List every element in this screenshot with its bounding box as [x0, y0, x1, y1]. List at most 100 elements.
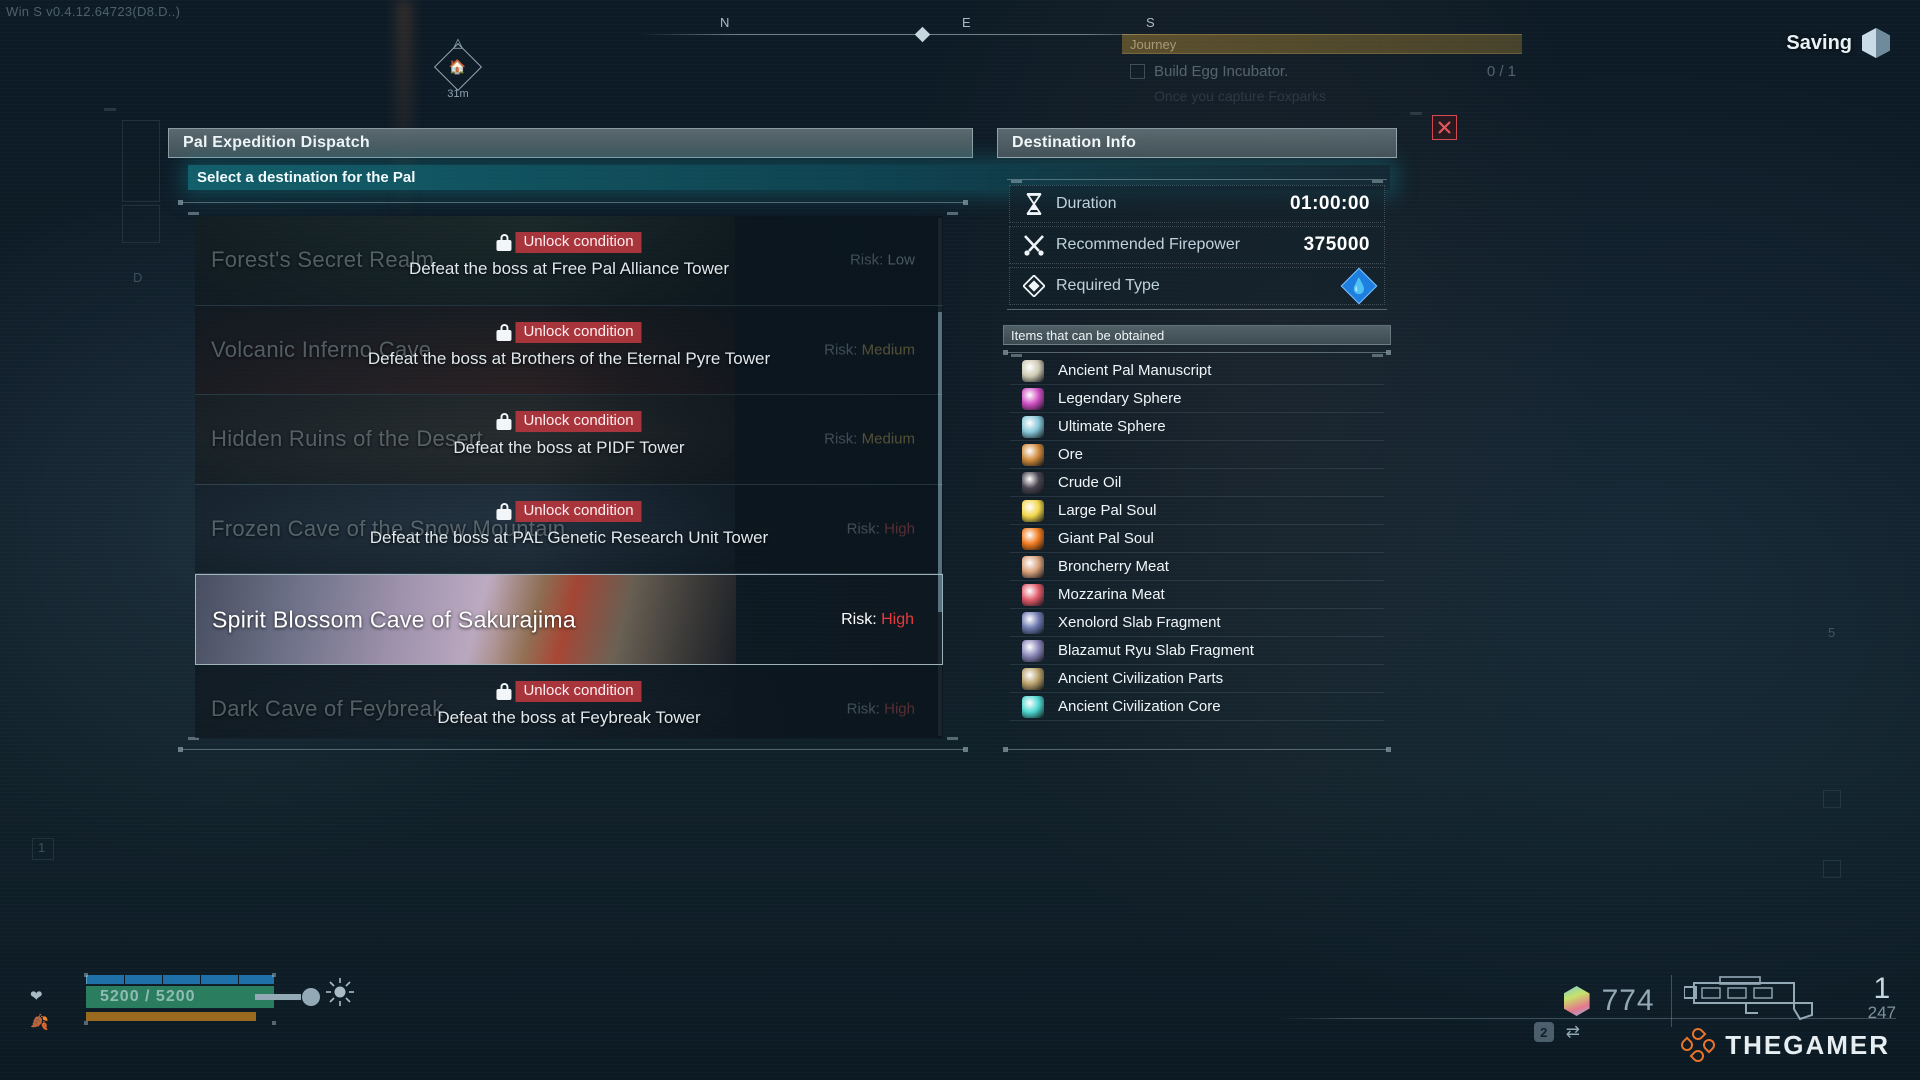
weapon-ammo-block: 1 247 [1670, 972, 1896, 1027]
compass-tick-n: N [720, 15, 731, 30]
info-value: 375000 [1303, 234, 1370, 255]
rifle-icon [1683, 976, 1813, 1021]
unlock-condition-badge: Unlock condition [515, 321, 642, 343]
bg-deco-mark [1410, 112, 1422, 115]
unlock-condition-description: Defeat the boss at Free Pal Alliance Tow… [408, 259, 730, 278]
version-text: Win S v0.4.12.64723(D8.D..) [6, 4, 181, 19]
risk-value: High [884, 700, 915, 718]
key-hint-keycap: 2 [1533, 1022, 1554, 1042]
hourglass-icon [1022, 193, 1046, 215]
bg-deco-mark [104, 108, 116, 111]
risk-value: Medium [861, 430, 915, 448]
unlock-condition-badge: Unlock condition [515, 500, 642, 522]
obtainable-items-header: Items that can be obtained [1003, 325, 1391, 345]
destination-row[interactable]: Volcanic Inferno Cave Risk: Medium Unlock … [195, 305, 943, 395]
bg-ghost-panel [122, 205, 160, 243]
obtainable-item-row: Xenolord Slab Fragment [1010, 609, 1384, 637]
info-row: Duration 01:00:00 [1009, 185, 1385, 223]
pal-sphere-icon [1563, 986, 1590, 1016]
risk-prefix: Risk: [849, 251, 884, 269]
obtainable-item-row: Blazamut Ryu Slab Fragment [1010, 637, 1384, 665]
item-name: Ancient Civilization Core [1058, 698, 1221, 715]
selection-corner-marker [196, 656, 204, 664]
compass-bar: N E S [640, 8, 1180, 46]
ammo-current: 1 [1873, 972, 1891, 1005]
destination-info-frame: Duration 01:00:00 Recommended Firepower 375… [1003, 177, 1391, 312]
destination-row[interactable]: Spirit Blossom Cave of Sakurajima Risk: H… [195, 574, 943, 665]
stamina-bar [86, 1012, 256, 1021]
selection-corner-marker [196, 575, 204, 583]
item-icon [1022, 527, 1044, 550]
selection-corner-marker [934, 575, 942, 583]
item-name: Broncherry Meat [1058, 558, 1169, 575]
destination-risk: Risk: Medium [824, 341, 915, 358]
unlock-condition-group: Unlock condition [496, 232, 642, 253]
risk-prefix: Risk: [824, 341, 858, 359]
obtainable-item-row: Mozzarina Meat [1010, 581, 1384, 609]
compass-line [640, 34, 1180, 35]
time-of-day-icon [325, 977, 355, 1007]
obtainable-item-row: Legendary Sphere [1010, 385, 1384, 413]
bg-ghost-number: 1 [38, 840, 46, 855]
destination-list[interactable]: Forest's Secret Realm Risk: Low Unlock con… [195, 216, 943, 738]
destination-list-scrollbar-thumb[interactable] [938, 312, 942, 612]
risk-value: High [884, 520, 915, 538]
risk-prefix: Risk: [841, 610, 877, 628]
home-marker-icon: 🏠 [433, 42, 483, 92]
select-destination-label: Select a destination for the Pal [197, 169, 416, 186]
risk-value: High [881, 610, 914, 628]
item-name: Legendary Sphere [1058, 390, 1182, 407]
obtainable-item-row: Ancient Civilization Parts [1010, 665, 1384, 693]
swap-icon: ⇄ [1565, 1022, 1580, 1041]
destination-name: Forest's Secret Realm [211, 247, 435, 273]
hud-divider [1276, 1018, 1896, 1019]
unlock-condition-badge: Unlock condition [515, 681, 642, 702]
info-label: Required Type [1056, 277, 1160, 294]
destination-risk: Risk: Low [850, 252, 915, 269]
risk-value: Low [887, 251, 915, 269]
item-icon [1022, 499, 1044, 522]
right-hud-cluster: 774 1 247 [1563, 972, 1896, 1027]
lock-icon [496, 683, 512, 700]
heart-icon: ❤ [30, 988, 43, 1005]
unlock-condition-badge: Unlock condition [515, 411, 642, 432]
obtainable-items-title: Items that can be obtained [1011, 327, 1165, 343]
weapon-slot-icon [255, 985, 325, 1011]
obtainable-items-list: Ancient Pal Manuscript Legendary Sphere Ul… [1010, 357, 1384, 721]
crossed-swords-icon [1022, 234, 1046, 256]
unlock-condition-group: Unlock condition [496, 321, 642, 343]
shield-segment-bar [86, 975, 274, 984]
bg-ghost-number: D [133, 270, 143, 285]
quest-title-bar: Journey [1122, 34, 1522, 54]
destination-row[interactable]: Hidden Ruins of the Desert Risk: Medium Un… [195, 395, 943, 485]
watermark-text: THEGAMER [1725, 1029, 1890, 1060]
destination-row[interactable]: Dark Cave of Feybreak Risk: High Unlock co… [195, 665, 943, 738]
obtainable-item-row: Ancient Pal Manuscript [1010, 357, 1384, 385]
item-name: Ancient Pal Manuscript [1058, 362, 1212, 379]
quest-title: Journey [1130, 37, 1177, 52]
saving-spinner-icon [1862, 28, 1890, 58]
compass-tick-e: E [962, 15, 972, 30]
item-name: Blazamut Ryu Slab Fragment [1058, 642, 1254, 659]
selection-corner-marker [934, 656, 942, 664]
unlock-condition-group: Unlock condition [496, 681, 642, 702]
destination-risk: Risk: High [841, 611, 914, 629]
item-icon [1022, 555, 1044, 578]
key-hint-row: 2 ⇄ [1533, 1022, 1580, 1042]
quest-subtext: Once you capture Foxparks [1154, 88, 1326, 104]
unlock-condition-description: Defeat the boss at PAL Genetic Research … [369, 527, 769, 547]
lock-icon [496, 502, 512, 520]
close-button[interactable] [1432, 115, 1457, 140]
destination-row[interactable]: Frozen Cave of the Snow Mountain Risk: Hi… [195, 484, 943, 574]
quest-progress-count: 0 / 1 [1486, 63, 1516, 80]
destination-row[interactable]: Forest's Secret Realm Risk: Low Unlock con… [195, 216, 943, 306]
thegamer-logo-icon [1678, 1025, 1718, 1065]
obtainable-item-row: Ancient Civilization Core [1010, 693, 1384, 721]
item-name: Large Pal Soul [1058, 502, 1157, 519]
item-icon [1022, 583, 1044, 606]
left-panel-header: Pal Expedition Dispatch [168, 128, 973, 158]
bg-ghost-panel [1823, 790, 1841, 808]
item-name: Ancient Civilization Parts [1058, 670, 1224, 687]
risk-value: Medium [861, 341, 915, 359]
ammo-reserve: 247 [1867, 1003, 1896, 1022]
